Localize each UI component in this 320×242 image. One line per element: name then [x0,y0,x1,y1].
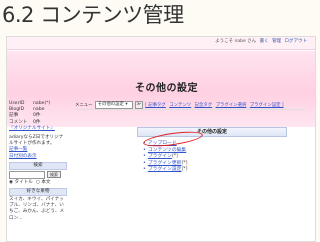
menu-link-plugin-select[interactable]: プラグイン選択 [216,103,247,108]
radio-title-label: タイトル [14,179,33,185]
list-item: プラグイン設定(*) [143,167,287,174]
radio-body-label: 本文 [41,179,51,185]
stat-key: コメント [9,119,28,125]
radio-title[interactable]: ◉ タイトル [9,180,33,186]
slide-title: 6.2 コンテンツ管理 [2,3,184,27]
admin-link[interactable]: 管理 [272,39,281,44]
menu-link-tags[interactable]: [ 記事タグ [145,103,166,108]
menu-bar: メニュー その他の設定 ▾ ≫ [ 記事タグ コンテンツ 記念タグ プラグイン選… [75,101,305,110]
search-input[interactable] [9,170,45,179]
welcome-text: ようこそ nabe さん [215,39,257,44]
menu-link-plugin-settings[interactable]: プラグイン設定 ] [250,103,284,108]
menu-label: メニュー [75,103,93,108]
menu-link-memorial-tags[interactable]: 記念タグ [195,103,213,108]
menu-links: [ 記事タグ コンテンツ 記念タグ プラグイン選択 プラグイン設定 ] [145,102,285,108]
date-archive-link[interactable]: 日付別の表示 [9,154,67,160]
search-row: 検索 [9,170,67,179]
search-options: ◉ タイトル ○ 本文 [9,180,67,186]
radio-body[interactable]: ○ 本文 [36,180,51,186]
stat-value: 0件 [33,119,41,125]
write-link[interactable]: 書く [260,39,269,44]
sidebar-note: adiaryならZ日でオリジナルサイトが作れます。 [9,135,64,147]
sidebar: UserID nabe(*) BlogID nabe 記事 0件 コメント 0件… [9,101,67,241]
search-button[interactable]: 検索 [47,171,61,179]
plugin-settings-link[interactable]: プラグイン設定 [148,167,182,172]
screenshot-window: ようこそ nabe さん 書く 管理 ログアウト その他の設定 UserID n… [6,36,316,242]
favorites-text: スイカ、キウイ、パイナップル、リンゴ、バナナ、いちご、みかん、ぶどう、メロン..… [9,197,65,221]
menu-select-value: その他の設定 [97,102,124,107]
edit-contents-link[interactable]: コンテンツの編集 [148,148,186,153]
plugin-update-link[interactable]: プラグイン更新 [148,161,182,166]
menu-select[interactable]: その他の設定 ▾ [94,101,133,109]
top-bar: ようこそ nabe さん 書く 管理 ログアウト [7,37,315,50]
search-box-title: 検索 [9,161,67,170]
menu-go-button[interactable]: ≫ [134,101,144,109]
page-title: その他の設定 [135,83,198,94]
user-bar: ようこそ nabe さん 書く 管理 ログアウト [213,38,307,44]
plugin-link[interactable]: プラグイン [148,154,172,159]
menu-link-contents[interactable]: コンテンツ [169,103,191,108]
logout-link[interactable]: ログアウト [285,39,308,44]
favorites-box-title: 好きな果物 [9,188,67,197]
